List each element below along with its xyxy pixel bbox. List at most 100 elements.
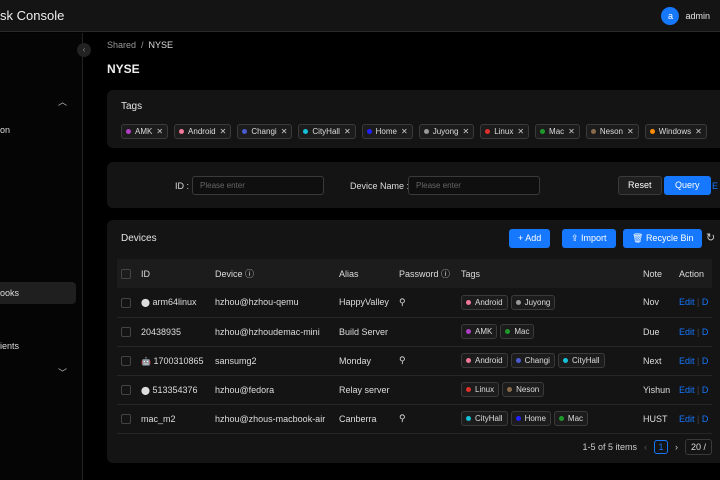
col-tags[interactable]: Tags (457, 259, 639, 288)
tag-label: Linux (475, 385, 495, 394)
close-icon[interactable]: ✕ (695, 127, 702, 136)
tag-label: Neson (516, 385, 540, 394)
key-icon[interactable]: ⚲ (399, 355, 406, 365)
reset-button[interactable]: Reset (618, 176, 662, 195)
tag-label: CityHall (312, 127, 340, 136)
device-id: 513354376 (152, 384, 198, 395)
edit-link[interactable]: Edit (679, 356, 695, 366)
trash-icon: 🗑 (632, 233, 646, 243)
tag-color-dot (515, 416, 521, 421)
row-checkbox[interactable] (121, 413, 131, 424)
breadcrumb: Shared / NYSE (107, 40, 174, 50)
tag-chip: Mac (553, 411, 589, 426)
tag-label: Mac (567, 414, 584, 423)
sidebar: ︿ on ooks ients ﹀ (0, 33, 83, 480)
edit-link[interactable]: Edit (679, 414, 695, 424)
edit-link[interactable]: Edit (679, 297, 695, 307)
delete-link[interactable]: D (702, 385, 709, 395)
row-checkbox[interactable] (121, 384, 131, 395)
tag-color-dot (466, 387, 471, 392)
col-id[interactable]: ID (137, 259, 211, 288)
col-device-label: Device (215, 269, 243, 279)
close-icon[interactable]: ✕ (517, 127, 524, 136)
breadcrumb-current: NYSE (148, 40, 174, 50)
table-row: ⬤ arm64linux hzhou@hzhou-qemu HappyValle… (117, 288, 712, 318)
prev-page-icon[interactable]: ‹ (644, 442, 647, 452)
tag-color-dot (540, 129, 546, 134)
device-note: Next (639, 346, 675, 376)
refresh-icon[interactable]: ↻ (706, 231, 715, 244)
delete-link[interactable]: D (702, 297, 709, 307)
id-label-text: ID (175, 181, 184, 191)
close-icon[interactable]: ✕ (281, 127, 288, 136)
page-1-button[interactable]: 1 (653, 440, 668, 454)
close-icon[interactable]: ✕ (220, 127, 227, 136)
sidebar-item-active[interactable]: ooks (0, 282, 76, 304)
sidebar-item[interactable]: ients (0, 335, 76, 357)
delete-link[interactable]: D (702, 327, 709, 337)
col-alias[interactable]: Alias (335, 259, 395, 288)
page-size-select[interactable]: 20 / (684, 439, 712, 455)
col-password[interactable]: Password ⓘ (395, 259, 457, 288)
avatar: a (661, 7, 680, 25)
import-label: Import (581, 233, 607, 243)
user-menu[interactable]: a admin (661, 7, 710, 25)
tag-chip: Home ✕ (361, 124, 413, 139)
tag-label: AMK (135, 127, 153, 136)
device-id: mac_m2 (141, 413, 176, 424)
tags-title: Tags (121, 101, 143, 112)
close-icon[interactable]: ✕ (401, 127, 408, 136)
key-icon[interactable]: ⚲ (399, 297, 406, 307)
tag-color-dot (366, 129, 372, 134)
username: admin (685, 11, 710, 21)
chevron-down-icon[interactable]: ﹀ (58, 366, 67, 379)
table-row: 20438935 hzhou@hzhoudemac-mini Build Ser… (117, 317, 712, 347)
col-password-label: Password (399, 269, 439, 279)
row-checkbox[interactable] (121, 326, 131, 337)
collapse-sidebar-button[interactable]: ‹ (77, 43, 91, 57)
delete-link[interactable]: D (702, 414, 709, 424)
delete-link[interactable]: D (702, 356, 709, 366)
next-page-icon[interactable]: › (675, 442, 678, 452)
col-note[interactable]: Note (639, 259, 675, 288)
edit-link[interactable]: Edit (679, 327, 695, 337)
tag-chip: Mac (500, 324, 535, 339)
close-icon[interactable]: ✕ (156, 127, 163, 136)
col-device[interactable]: Device ⓘ (211, 259, 335, 288)
query-button[interactable]: Query (664, 176, 711, 195)
tag-label: Android (188, 127, 216, 136)
edit-link[interactable]: Edit (679, 385, 695, 395)
close-icon[interactable]: ✕ (627, 127, 634, 136)
tag-chip: CityHall (557, 353, 605, 368)
row-checkbox[interactable] (121, 355, 131, 366)
col-action[interactable]: Action (675, 259, 712, 288)
info-icon: ⓘ (441, 269, 451, 279)
tag-color-dot (515, 299, 521, 305)
device-name: hzhou@fedora (211, 375, 335, 405)
device-name-label-text: Device Name (350, 181, 405, 191)
device-alias: Relay server (335, 375, 395, 405)
device-name-label: Device Name : (350, 181, 410, 191)
add-button[interactable]: + Add (509, 229, 551, 248)
tag-color-dot (515, 358, 521, 363)
close-icon[interactable]: ✕ (344, 127, 351, 136)
tag-color-dot (505, 329, 511, 334)
breadcrumb-parent[interactable]: Shared (107, 40, 136, 50)
row-checkbox[interactable] (121, 297, 131, 308)
tag-color-dot (466, 416, 471, 421)
chevron-up-icon[interactable]: ︿ (58, 95, 67, 108)
select-all-checkbox[interactable] (121, 268, 131, 279)
tag-label: Home (375, 127, 397, 136)
close-icon[interactable]: ✕ (568, 127, 575, 136)
device-note: Nov (639, 288, 675, 318)
recycle-bin-button[interactable]: 🗑 Recycle Bin (623, 229, 703, 248)
import-button[interactable]: ⇪ Import (562, 229, 616, 248)
tag-label: Changi (524, 356, 550, 365)
expand-link[interactable]: E (712, 181, 718, 191)
sidebar-item[interactable]: on (0, 119, 76, 141)
close-icon[interactable]: ✕ (463, 127, 470, 136)
device-name-input[interactable]: Please enter (408, 176, 540, 195)
key-icon[interactable]: ⚲ (399, 413, 406, 423)
tag-label: Juyong (432, 127, 459, 136)
id-input[interactable]: Please enter (192, 176, 324, 195)
